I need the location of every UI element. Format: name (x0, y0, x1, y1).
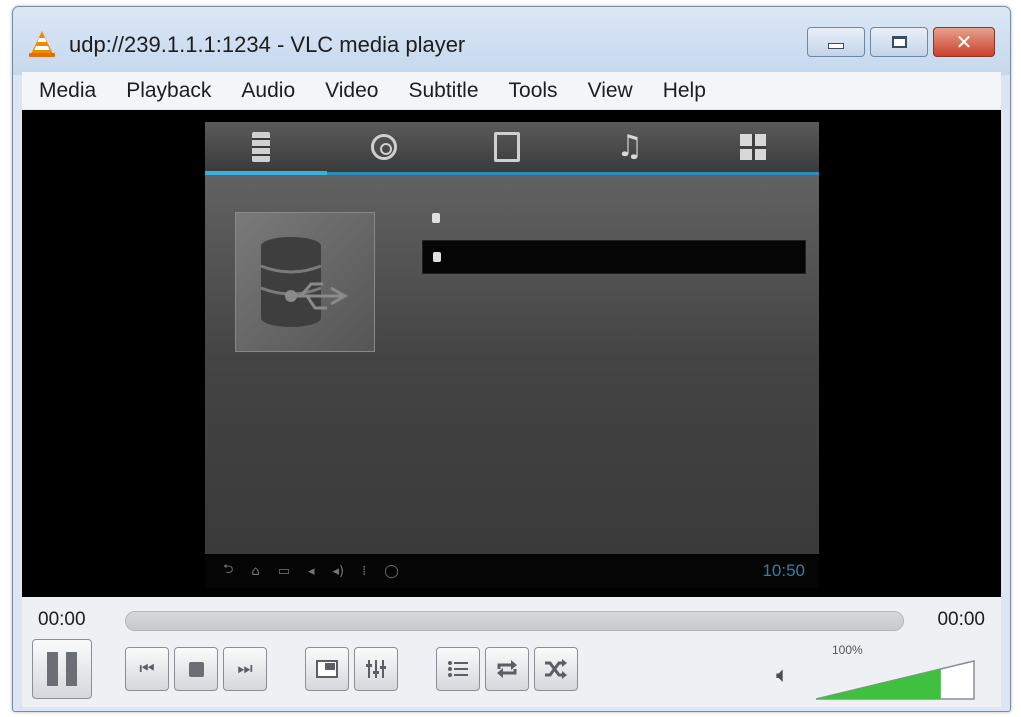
minimize-icon (828, 43, 844, 49)
network-icon (433, 252, 441, 262)
storage-usb-icon (235, 212, 375, 352)
playlist-icon (448, 661, 468, 677)
mouse-icon: ◯ (384, 563, 399, 579)
system-clock: 10:50 (762, 561, 805, 580)
grid-icon (739, 134, 766, 160)
close-icon: ✕ (955, 30, 973, 54)
recent-apps-icon: ▭ (277, 563, 290, 579)
home-icon: ⌂ (251, 563, 260, 579)
list-item-selected (422, 240, 806, 274)
volume-slider[interactable] (814, 659, 976, 701)
vlc-cone-icon (29, 31, 55, 57)
time-elapsed: 00:00 (38, 609, 86, 630)
storage-icon (252, 132, 271, 162)
extended-settings-button[interactable] (354, 647, 398, 691)
stream-tab-video (328, 122, 451, 172)
pause-button[interactable] (32, 639, 92, 699)
previous-icon: ⏮ (139, 659, 155, 679)
menu-bar: Media Playback Audio Video Subtitle Tool… (22, 72, 1001, 109)
photo-icon (493, 132, 520, 162)
next-icon: ⏭ (237, 659, 253, 679)
loop-button[interactable] (485, 647, 529, 691)
volume-up-icon: ◂) (332, 563, 345, 579)
equalizer-icon (366, 660, 386, 678)
stream-tab-bar: ♫ (205, 122, 819, 172)
fullscreen-button[interactable] (305, 647, 349, 691)
phone-icon (432, 213, 440, 223)
window-title: udp://239.1.1.1:1234 - VLC media player (69, 32, 466, 57)
volume-label: 100% (832, 643, 863, 657)
divider-icon: ⁞ (362, 563, 367, 579)
video-frame: ♫ (205, 122, 819, 554)
menu-video[interactable]: Video (310, 79, 393, 103)
stop-icon (188, 661, 204, 677)
music-note-icon: ♫ (616, 129, 644, 164)
speaker-icon[interactable]: 🔈︎ (776, 663, 789, 688)
close-button[interactable]: ✕ (933, 27, 995, 57)
menu-view[interactable]: View (573, 79, 648, 103)
menu-help[interactable]: Help (648, 79, 721, 103)
stream-tab-storage (205, 122, 328, 172)
source-list (422, 202, 806, 274)
stream-tab-all (696, 122, 819, 172)
playlist-button[interactable] (436, 647, 480, 691)
volume-down-icon: ◂ (307, 563, 315, 579)
title-bar[interactable]: udp://239.1.1.1:1234 - VLC media player … (13, 7, 1010, 75)
next-button[interactable]: ⏭ (223, 647, 267, 691)
android-system-bar: ⮌ ⌂ ▭ ◂ ◂) ⁞ ◯ 10:50 (205, 554, 819, 588)
menu-playback[interactable]: Playback (111, 79, 226, 103)
maximize-icon (891, 36, 907, 48)
menu-tools[interactable]: Tools (494, 79, 573, 103)
loop-icon (497, 660, 517, 678)
fullscreen-icon (316, 660, 338, 678)
back-icon: ⮌ (223, 562, 234, 577)
stream-tab-photo (451, 122, 574, 172)
menu-subtitle[interactable]: Subtitle (393, 79, 493, 103)
minimize-button[interactable] (807, 27, 865, 57)
stream-tab-music: ♫ (573, 122, 696, 172)
menu-media[interactable]: Media (22, 79, 111, 103)
time-total: 00:00 (937, 609, 985, 630)
film-reel-icon (371, 134, 398, 160)
maximize-button[interactable] (870, 27, 928, 57)
tab-active-indicator (205, 171, 327, 175)
shuffle-icon (545, 659, 567, 679)
database-usb-icon (260, 237, 349, 327)
pause-icon (47, 652, 77, 686)
video-area[interactable]: ♫ ⮌ ⌂ ▭ ◂ ◂) ⁞ ◯ 10:50 (22, 110, 1001, 597)
previous-button[interactable]: ⏮ (125, 647, 169, 691)
stop-button[interactable] (174, 647, 218, 691)
control-panel: 00:00 00:00 ⏮ ⏭ 🔈︎ 100% (22, 597, 1001, 707)
menu-audio[interactable]: Audio (226, 79, 310, 103)
seek-slider[interactable] (125, 611, 904, 631)
vlc-window: udp://239.1.1.1:1234 - VLC media player … (12, 6, 1011, 712)
list-item (422, 202, 806, 234)
shuffle-button[interactable] (534, 647, 578, 691)
